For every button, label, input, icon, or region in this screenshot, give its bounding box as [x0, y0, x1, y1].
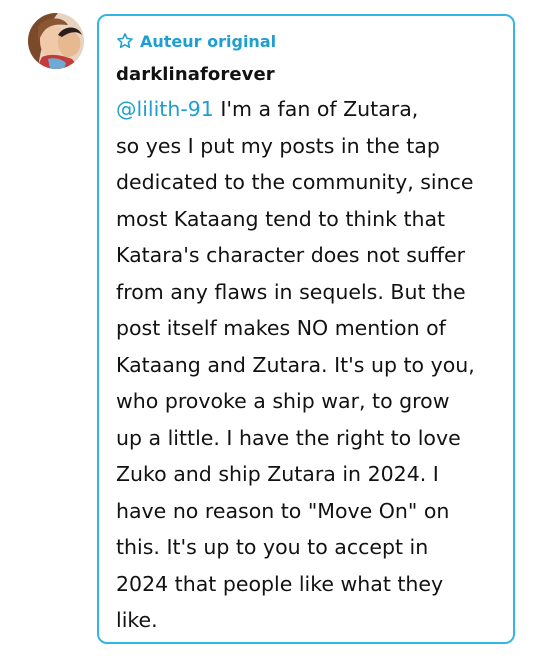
body-line: Katara's character does not suffer [116, 243, 466, 267]
body-line: up a little. I have the right to love [116, 425, 461, 450]
body-line: from any flaws in sequels. But the [116, 279, 466, 304]
body-line: @lilith-91 I'm a fan of Zutara, [116, 91, 506, 128]
body-line: most Kataang tend to think that [116, 206, 446, 231]
body-line: dedicated to the community, since [116, 170, 474, 194]
post-body: @lilith-91 I'm a fan of Zutara, so yes I… [116, 91, 506, 639]
body-line: Zuko and ship Zutara in 2024. I [116, 462, 439, 486]
body-line: this. It's up to you to accept in [116, 535, 429, 559]
body-line: who provoke a ship war, to grow [116, 389, 450, 413]
body-line: have no reason to "Move On" on [116, 498, 450, 523]
star-outline-icon [116, 32, 134, 50]
original-author-badge[interactable]: Auteur original [116, 29, 276, 53]
body-line: 2024 that people like what they [116, 571, 444, 596]
body-line-text: I'm a fan of Zutara, [213, 97, 419, 121]
avatar-illustration [28, 13, 84, 69]
body-line: Kataang and Zutara. It's up to you, [116, 352, 475, 377]
username[interactable]: darklinaforever [116, 64, 275, 85]
avatar[interactable] [28, 13, 84, 69]
body-line: like. [116, 608, 158, 632]
body-line: so yes I put my posts in the tap [116, 133, 440, 158]
badge-label: Auteur original [140, 31, 277, 51]
mention-link[interactable]: @lilith-91 [116, 97, 214, 121]
post-card: Auteur original darklinaforever @lilith-… [97, 14, 515, 644]
body-line: post itself makes NO mention of [116, 316, 446, 340]
